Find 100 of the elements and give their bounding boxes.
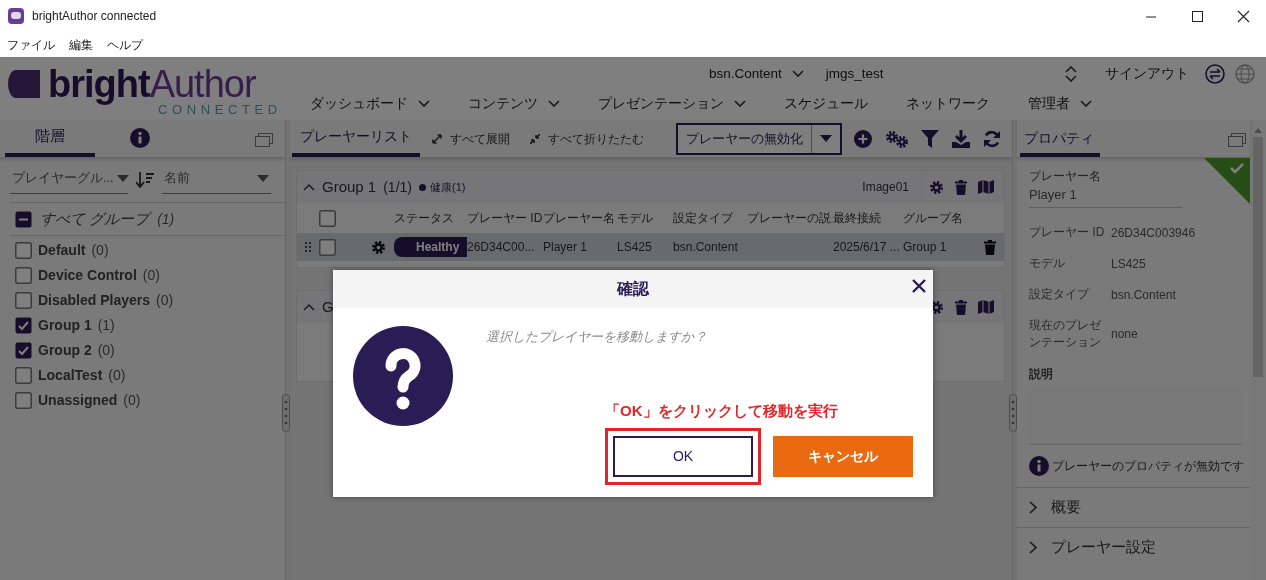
column-header: ステータス: [394, 210, 455, 227]
download-icon[interactable]: [952, 129, 970, 148]
close-icon[interactable]: [911, 278, 927, 294]
group-label: すべて グループ: [40, 208, 150, 229]
chevron-down-icon[interactable]: [418, 100, 430, 108]
name-field[interactable]: Player 1: [1029, 185, 1182, 208]
panel-tab[interactable]: 階層: [5, 124, 95, 157]
group-count: (0): [123, 391, 141, 410]
group-count: (0): [91, 241, 109, 260]
health-summary: 健康(1): [419, 178, 466, 196]
table-cell-text: 2025/6/17 ...: [833, 239, 901, 256]
sort-select[interactable]: 名前: [162, 166, 271, 194]
group-label: Group 2: [38, 341, 92, 360]
toolbar-action[interactable]: すべて折りたたむ: [522, 125, 652, 152]
switch-arrows-icon[interactable]: [1065, 66, 1077, 82]
column-header: 設定タイプ: [673, 210, 735, 227]
checkbox[interactable]: [15, 392, 32, 409]
checkbox[interactable]: [15, 210, 32, 228]
notice-text: プレーヤーのプロパティが無効です: [1052, 457, 1244, 475]
group-label: Disabled Players: [38, 291, 151, 310]
nav-menu[interactable]: ダッシュボード: [310, 93, 408, 115]
window-icon[interactable]: [255, 133, 273, 147]
nav-menu[interactable]: スケジュール: [784, 93, 868, 115]
trash-icon[interactable]: [955, 299, 967, 315]
logo-text: Author: [149, 65, 256, 103]
column-header: モデル: [617, 210, 654, 227]
dialog-button[interactable]: OK: [613, 436, 753, 477]
checkbox[interactable]: [15, 242, 32, 259]
toolbar-action[interactable]: すべて展開: [424, 125, 518, 152]
gears-icon[interactable]: [885, 129, 908, 148]
globe-icon[interactable]: [1235, 64, 1255, 84]
status-dot-icon: [419, 183, 426, 191]
window-icon[interactable]: [1228, 133, 1246, 147]
resize-handle-icon[interactable]: [282, 394, 290, 432]
nav-menu[interactable]: 管理者: [1028, 93, 1070, 115]
group-label: Unassigned: [38, 391, 118, 410]
group-count: (1): [97, 316, 115, 335]
annotation-text: 「OK」をクリックして移動を実行: [605, 400, 838, 421]
group-count: (0): [142, 266, 160, 285]
column-header: 最終接続: [833, 210, 882, 227]
field-value: none: [1111, 325, 1138, 343]
field-label: プレーヤー ID: [1029, 224, 1106, 241]
checkbox[interactable]: [15, 267, 32, 284]
sync-icon[interactable]: [1205, 64, 1225, 84]
group-name: G: [322, 296, 334, 317]
checkbox[interactable]: [15, 342, 32, 359]
menu-item[interactable]: ファイル: [7, 35, 55, 54]
trash-icon[interactable]: [984, 239, 996, 255]
close-icon[interactable]: [1235, 8, 1251, 24]
nav-menu[interactable]: ネットワーク: [906, 93, 990, 115]
logo-mark-icon: [8, 70, 40, 98]
table-row[interactable]: Healthy 26D34C00... Player 1 LS425 bsn.Content 2025/6/17 ... Group 1: [297, 233, 1004, 261]
trash-icon[interactable]: [955, 179, 967, 195]
map-icon[interactable]: [978, 300, 994, 314]
chevron-down-icon[interactable]: [548, 100, 560, 108]
drag-handle-icon[interactable]: [305, 242, 311, 252]
dialog-button[interactable]: キャンセル: [773, 436, 913, 477]
field-label: 説明: [1029, 365, 1054, 383]
field-label: 現在のプレゼンテーション: [1029, 316, 1102, 351]
settings-icon[interactable]: [371, 239, 386, 255]
add-icon[interactable]: [854, 129, 872, 148]
info-icon[interactable]: [130, 128, 150, 148]
group-filter-select[interactable]: プレイヤーグル...: [10, 166, 128, 194]
sort-icon[interactable]: [136, 172, 154, 188]
info-icon[interactable]: [1029, 455, 1049, 476]
image-name: Image01: [862, 174, 922, 200]
dropdown-arrow-icon[interactable]: [117, 174, 130, 182]
checkbox[interactable]: [15, 367, 32, 384]
checkbox[interactable]: [15, 292, 32, 309]
table-cell-text: bsn.Content: [673, 239, 739, 256]
sign-out-link[interactable]: サインアウト: [1105, 63, 1189, 85]
filter-icon[interactable]: [921, 129, 939, 148]
checkbox[interactable]: [15, 317, 32, 334]
map-icon[interactable]: [978, 180, 994, 194]
collapse-caret-icon[interactable]: [303, 303, 315, 311]
panel-tab[interactable]: プレーヤーリスト: [292, 126, 420, 157]
refresh-icon[interactable]: [983, 129, 1001, 148]
caret-down-icon: [820, 135, 832, 142]
panel-tab[interactable]: プロパティ: [1020, 128, 1100, 157]
nav-menu[interactable]: コンテンツ: [468, 93, 538, 115]
group-count: (0): [97, 341, 115, 360]
disable-players-dropdown[interactable]: プレーヤーの無効化: [676, 122, 842, 155]
account-selector[interactable]: bsn.Content: [709, 63, 782, 85]
menu-item[interactable]: ヘルプ: [107, 35, 143, 54]
chevron-down-icon[interactable]: [791, 70, 804, 78]
chevron-down-icon[interactable]: [1080, 100, 1092, 108]
resize-handle-icon[interactable]: [1009, 394, 1017, 432]
column-header: プレーヤー ID: [467, 210, 543, 227]
column-header: プレーヤーの説: [747, 210, 832, 227]
collapse-caret-icon[interactable]: [303, 183, 315, 191]
chevron-down-icon[interactable]: [734, 100, 746, 108]
column-header: プレーヤー名: [543, 210, 616, 227]
nav-menu[interactable]: プレゼンテーション: [598, 93, 724, 115]
checkbox[interactable]: [319, 209, 336, 227]
dropdown-arrow-icon[interactable]: [257, 174, 269, 182]
menu-item[interactable]: 編集: [69, 35, 93, 54]
maximize-icon[interactable]: [1189, 8, 1205, 24]
app-icon: [8, 8, 24, 24]
checkbox[interactable]: [319, 238, 336, 256]
field-value: bsn.Content: [1111, 286, 1176, 304]
